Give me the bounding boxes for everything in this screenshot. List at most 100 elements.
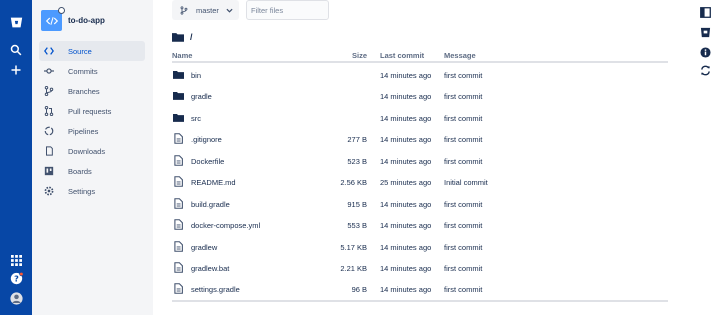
user-avatar-icon[interactable] [8, 290, 24, 306]
folder-icon [172, 32, 184, 42]
right-toolbar [693, 0, 720, 315]
file-icon [173, 197, 184, 209]
table-header: Name Size Last commit Message [172, 50, 668, 63]
last-commit: 14 minutes ago [380, 199, 432, 209]
file-name[interactable]: Dockerfile [191, 157, 224, 166]
branches-icon [42, 84, 56, 98]
pull-requests-icon [42, 104, 56, 118]
table-row[interactable]: bin 14 minutes ago first commit [172, 64, 668, 85]
commit-message[interactable]: first commit [444, 285, 482, 294]
file-name[interactable]: bin [191, 71, 201, 80]
table-row[interactable]: build.gradle 915 B 14 minutes ago first com… [172, 193, 668, 214]
sidebar-item-label: Source [68, 46, 92, 56]
last-commit: 14 minutes ago [380, 92, 432, 102]
sidebar-item-label: Commits [68, 66, 98, 76]
commit-message[interactable]: first commit [444, 135, 482, 144]
commit-message[interactable]: first commit [444, 264, 482, 273]
bitbucket-logo-icon[interactable] [8, 14, 24, 30]
sidebar-toggle-icon[interactable] [699, 6, 711, 18]
last-commit: 14 minutes ago [380, 285, 432, 295]
column-header-size[interactable]: Size [352, 51, 367, 60]
file-icon [173, 219, 184, 230]
last-commit: 25 minutes ago [380, 178, 432, 188]
sidebar-item-settings[interactable]: Settings [39, 181, 145, 201]
sync-icon[interactable] [699, 64, 711, 76]
path-text[interactable]: / [190, 32, 193, 42]
commit-message[interactable]: first commit [444, 221, 482, 230]
lock-icon [58, 7, 65, 14]
sidebar-item-pull-requests[interactable]: Pull requests [39, 101, 145, 121]
table-row[interactable]: docker-compose.yml 553 B 14 minutes ago fir… [172, 214, 668, 235]
sidebar-item-boards[interactable]: Boards [39, 161, 145, 181]
sidebar-item-source[interactable]: Source [39, 41, 145, 61]
file-name[interactable]: README.md [191, 178, 236, 187]
last-commit: 14 minutes ago [380, 135, 432, 145]
branch-icon [180, 5, 188, 15]
folder-icon [173, 90, 184, 101]
chevron-down-icon [226, 8, 233, 13]
table-row[interactable]: README.md 2.56 KB 25 minutes ago Initial co… [172, 171, 668, 192]
sidebar-item-label: Settings [68, 186, 96, 196]
file-size: 2.21 KB [340, 263, 367, 273]
svg-text:?: ? [14, 273, 19, 283]
commit-message[interactable]: first commit [444, 157, 482, 166]
help-icon[interactable]: ? [8, 270, 24, 286]
table-bottom-divider [172, 300, 668, 302]
file-name[interactable]: build.gradle [191, 200, 230, 209]
info-icon[interactable] [699, 46, 711, 58]
commit-message[interactable]: first commit [444, 200, 482, 209]
commit-message[interactable]: Initial commit [444, 178, 488, 187]
file-list: bin 14 minutes ago first commit gradle 14 mi… [172, 64, 668, 300]
sidebar-item-pipelines[interactable]: Pipelines [39, 121, 145, 141]
project-header[interactable]: to-do-app [41, 7, 105, 31]
table-row[interactable]: Dockerfile 523 B 14 minutes ago first commi… [172, 150, 668, 171]
code-icon [41, 7, 65, 31]
file-icon [173, 262, 184, 273]
file-name[interactable]: gradlew [191, 243, 217, 252]
filter-files-input[interactable] [246, 0, 329, 20]
settings-icon [42, 184, 56, 198]
table-row[interactable]: gradlew.bat 2.21 KB 14 minutes ago first co… [172, 257, 668, 278]
table-row[interactable]: src 14 minutes ago first commit [172, 107, 668, 128]
sidebar-item-label: Pipelines [68, 126, 99, 136]
commit-message[interactable]: first commit [444, 92, 482, 101]
file-name[interactable]: .gitignore [191, 135, 222, 144]
commits-icon [42, 64, 56, 78]
app-switcher-icon[interactable] [8, 252, 24, 268]
sidebar-item-label: Boards [68, 166, 92, 176]
plus-icon[interactable] [8, 62, 24, 78]
column-header-last-commit[interactable]: Last commit [380, 51, 424, 60]
column-header-name[interactable]: Name [172, 51, 192, 60]
repository-icon[interactable] [699, 26, 711, 38]
table-row[interactable]: .gitignore 277 B 14 minutes ago first commi… [172, 128, 668, 149]
file-icon [173, 283, 184, 295]
table-row[interactable]: settings.gradle 96 B 14 minutes ago first c… [172, 278, 668, 299]
branch-selector[interactable]: master [172, 0, 239, 20]
source-icon [42, 44, 56, 58]
sidebar-item-downloads[interactable]: Downloads [39, 141, 145, 161]
breadcrumb: / [172, 32, 193, 42]
branch-name: master [196, 5, 219, 15]
file-name[interactable]: gradle [191, 92, 212, 101]
sidebar-item-commits[interactable]: Commits [39, 61, 145, 81]
file-name[interactable]: settings.gradle [191, 285, 240, 294]
commit-message[interactable]: first commit [444, 71, 482, 80]
commit-message[interactable]: first commit [444, 114, 482, 123]
file-name[interactable]: docker-compose.yml [191, 221, 260, 230]
project-sidebar: to-do-app Source Commits Branches Pull r… [32, 0, 153, 315]
sidebar-item-branches[interactable]: Branches [39, 81, 145, 101]
source-browser: master / Name Size Last commit Message b… [153, 0, 693, 315]
sidebar-nav: Source Commits Branches Pull requests Pi… [39, 41, 145, 201]
folder-icon [173, 112, 184, 123]
file-name[interactable]: src [191, 114, 201, 123]
table-row[interactable]: gradlew 5.17 KB 14 minutes ago first commit [172, 236, 668, 257]
last-commit: 14 minutes ago [380, 221, 432, 231]
file-icon [173, 154, 184, 166]
table-row[interactable]: gradle 14 minutes ago first commit [172, 85, 668, 106]
file-name[interactable]: gradlew.bat [191, 264, 229, 273]
downloads-icon [42, 144, 56, 158]
project-name: to-do-app [68, 16, 105, 25]
search-icon[interactable] [8, 42, 24, 58]
commit-message[interactable]: first commit [444, 243, 482, 252]
column-header-message[interactable]: Message [444, 51, 476, 60]
